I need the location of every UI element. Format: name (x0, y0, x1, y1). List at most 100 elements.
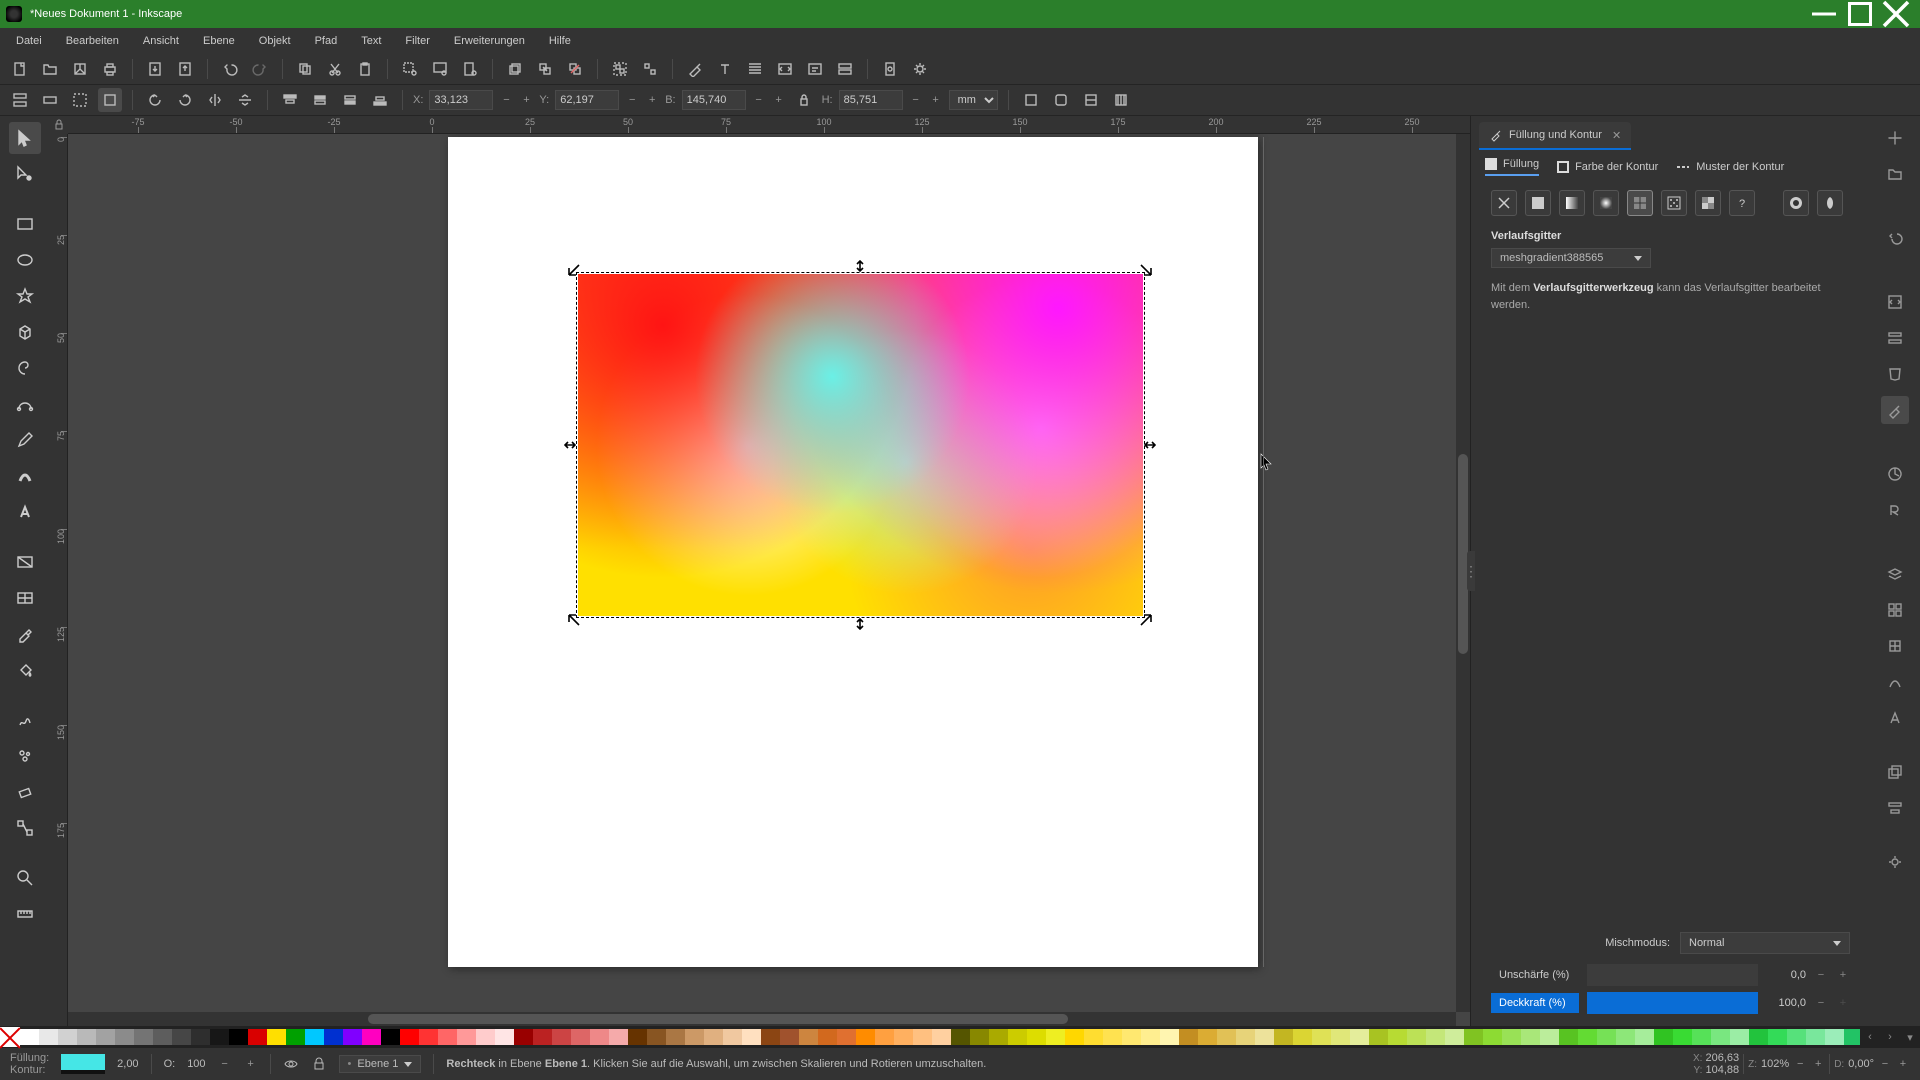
width-input[interactable] (682, 90, 746, 110)
fill-nonzero-button[interactable] (1817, 190, 1843, 216)
palette-menu-button[interactable]: ▾ (1900, 1031, 1920, 1044)
dock-new-button[interactable] (1881, 124, 1909, 152)
dock-open-button[interactable] (1881, 160, 1909, 188)
palette-swatch[interactable] (1692, 1029, 1711, 1045)
dock-text-button[interactable] (1881, 704, 1909, 732)
cut-button[interactable] (323, 57, 347, 81)
flip-h-button[interactable] (203, 88, 227, 112)
align-dialog-button[interactable] (803, 57, 827, 81)
palette-swatch[interactable] (1008, 1029, 1027, 1045)
select-all-layers-button[interactable] (8, 88, 32, 112)
redo-button[interactable] (248, 57, 272, 81)
palette-swatch[interactable] (837, 1029, 856, 1045)
text-tool[interactable] (9, 496, 41, 528)
blend-mode-select[interactable]: Normal (1680, 932, 1850, 954)
palette-swatch[interactable] (1540, 1029, 1559, 1045)
flip-v-button[interactable] (233, 88, 257, 112)
scale-corners-toggle[interactable] (1049, 88, 1073, 112)
opacity-decrement[interactable]: − (1814, 997, 1828, 1009)
palette-swatch[interactable] (647, 1029, 666, 1045)
menu-filter[interactable]: Filter (393, 31, 441, 51)
star-tool[interactable] (9, 280, 41, 312)
object-properties-button[interactable] (833, 57, 857, 81)
palette-swatch[interactable] (894, 1029, 913, 1045)
x-increment[interactable]: + (519, 90, 533, 110)
palette-swatch[interactable] (628, 1029, 647, 1045)
palette-swatch[interactable] (1768, 1029, 1787, 1045)
preferences-button[interactable] (908, 57, 932, 81)
palette-swatch[interactable] (210, 1029, 229, 1045)
palette-swatch[interactable] (1559, 1029, 1578, 1045)
palette-swatch[interactable] (1407, 1029, 1426, 1045)
visibility-icon[interactable] (283, 1056, 299, 1072)
status-fill-swatch[interactable] (61, 1054, 105, 1074)
paint-bucket-tool[interactable] (9, 654, 41, 686)
palette-scroll-left[interactable]: ‹ (1860, 1031, 1880, 1043)
canvas[interactable] (68, 134, 1470, 1026)
deselect-button[interactable] (68, 88, 92, 112)
measure-tool[interactable] (9, 898, 41, 930)
palette-swatch[interactable] (1065, 1029, 1084, 1045)
rotate-cw-button[interactable] (173, 88, 197, 112)
rotate-decrement[interactable]: − (1878, 1054, 1892, 1074)
node-tool[interactable] (9, 158, 41, 190)
dock-css-button[interactable] (1881, 360, 1909, 388)
unlink-clone-button[interactable] (563, 57, 587, 81)
gradient-tool[interactable] (9, 546, 41, 578)
fill-stroke-dialog-button[interactable] (683, 57, 707, 81)
box3d-tool[interactable] (9, 316, 41, 348)
palette-swatch[interactable] (989, 1029, 1008, 1045)
palette-swatch[interactable] (666, 1029, 685, 1045)
palette-swatch[interactable] (419, 1029, 438, 1045)
rectangle-tool[interactable] (9, 208, 41, 240)
x-decrement[interactable]: − (499, 90, 513, 110)
status-opacity-decrement[interactable]: − (218, 1054, 232, 1074)
move-gradient-toggle[interactable] (1079, 88, 1103, 112)
raise-top-button[interactable] (278, 88, 302, 112)
fill-pattern-button[interactable] (1661, 190, 1687, 216)
menu-datei[interactable]: Datei (4, 31, 54, 51)
pencil-tool[interactable] (9, 424, 41, 456)
palette-swatch[interactable] (20, 1029, 39, 1045)
duplicate-button[interactable] (503, 57, 527, 81)
palette-swatch[interactable] (761, 1029, 780, 1045)
palette-swatch[interactable] (1445, 1029, 1464, 1045)
text-dialog-button[interactable] (713, 57, 737, 81)
minimize-button[interactable] (1806, 3, 1842, 25)
y-decrement[interactable]: − (625, 90, 639, 110)
palette-swatch[interactable] (1179, 1029, 1198, 1045)
palette-swatch[interactable] (1464, 1029, 1483, 1045)
palette-swatch[interactable] (58, 1029, 77, 1045)
connector-tool[interactable] (9, 812, 41, 844)
blur-increment[interactable]: + (1836, 969, 1850, 981)
blur-slider[interactable] (1587, 964, 1758, 986)
move-pattern-toggle[interactable] (1109, 88, 1133, 112)
palette-swatch[interactable] (1502, 1029, 1521, 1045)
palette-swatch[interactable] (115, 1029, 134, 1045)
palette-swatch[interactable] (1730, 1029, 1749, 1045)
dock-selectors-button[interactable] (1881, 324, 1909, 352)
palette-swatch[interactable] (96, 1029, 115, 1045)
palette-swatch[interactable] (1426, 1029, 1445, 1045)
horizontal-scrollbar[interactable] (68, 1012, 1456, 1026)
palette-swatch[interactable] (1312, 1029, 1331, 1045)
no-color-swatch[interactable] (0, 1027, 20, 1047)
height-decrement[interactable]: − (909, 90, 923, 110)
selector-tool[interactable] (9, 122, 41, 154)
select-all-button[interactable] (38, 88, 62, 112)
palette-swatch[interactable] (970, 1029, 989, 1045)
clone-button[interactable] (533, 57, 557, 81)
y-increment[interactable]: + (645, 90, 659, 110)
palette-swatch[interactable] (1616, 1029, 1635, 1045)
panel-collapse-handle[interactable]: ⋮ (1467, 551, 1475, 591)
palette-swatch[interactable] (1844, 1029, 1860, 1045)
palette-swatch[interactable] (362, 1029, 381, 1045)
copy-button[interactable] (293, 57, 317, 81)
menu-bearbeiten[interactable]: Bearbeiten (54, 31, 131, 51)
status-opacity-increment[interactable]: + (244, 1054, 258, 1074)
ruler-origin-icon[interactable] (50, 116, 68, 134)
palette-swatch[interactable] (172, 1029, 191, 1045)
palette-swatch[interactable] (1046, 1029, 1065, 1045)
menu-erweiterungen[interactable]: Erweiterungen (442, 31, 537, 51)
palette-swatch[interactable] (305, 1029, 324, 1045)
